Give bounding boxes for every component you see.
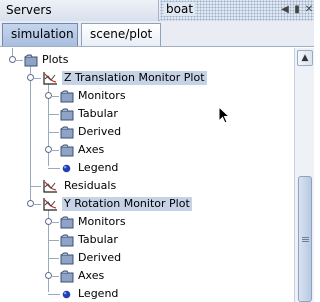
tree-line (48, 114, 59, 115)
tree-item-monitors[interactable]: Monitors (0, 213, 294, 231)
tree-item-legend[interactable]: Legend (0, 159, 294, 177)
tree-label: Plots (42, 53, 69, 66)
tree-item-derived[interactable]: Derived (0, 249, 294, 267)
tree-item-plot-2[interactable]: Y Rotation Monitor Plot (0, 195, 294, 213)
tree-item-axes[interactable]: Axes (0, 141, 294, 159)
folder-icon (60, 270, 74, 283)
tree-line (51, 276, 59, 277)
tree-line (51, 150, 59, 151)
tree-label: Tabular (78, 107, 118, 120)
tree-label: Legend (78, 287, 119, 300)
tree-item-residuals[interactable]: Residuals (0, 177, 294, 195)
tree-label: Derived (78, 125, 122, 138)
tree-line (33, 78, 41, 79)
tree-label: Residuals (64, 179, 117, 192)
tree-label: Monitors (78, 215, 126, 228)
scroll-up-button[interactable]: ▲ (297, 50, 313, 66)
tree-label: Derived (78, 251, 122, 264)
legend-dot-icon (62, 290, 76, 302)
tree-line (30, 186, 41, 187)
tree-line (48, 258, 59, 259)
grip-line (302, 241, 309, 242)
tree-line (51, 222, 59, 223)
tree-label: Axes (78, 269, 105, 282)
tab-scene-plot[interactable]: scene/plot (81, 23, 161, 46)
folder-icon (24, 54, 38, 67)
folder-icon (60, 90, 74, 103)
tree-item-tabular[interactable]: Tabular (0, 105, 294, 123)
grip-line (302, 237, 309, 238)
tree-line (48, 132, 59, 133)
title-bar: Servers boat ◀ ▮ ✕ (0, 0, 314, 21)
grip-line (302, 239, 309, 240)
tree-item-plot-1[interactable]: Z Translation Monitor Plot (0, 69, 294, 87)
tree-label: Tabular (78, 233, 118, 246)
tree-line (15, 60, 23, 61)
tree-item-derived[interactable]: Derived (0, 123, 294, 141)
tree-item-tabular[interactable]: Tabular (0, 231, 294, 249)
tab-strip: simulation scene/plot (0, 21, 314, 47)
scroll-thumb[interactable] (298, 176, 312, 302)
folder-icon (60, 144, 74, 157)
folder-icon (60, 108, 74, 121)
tree-line (33, 204, 41, 205)
folder-icon (60, 234, 74, 247)
plot-icon (42, 197, 57, 211)
tree-line (51, 96, 59, 97)
tree-label: Axes (78, 143, 105, 156)
tab-simulation[interactable]: simulation (2, 23, 78, 46)
tree-label: Z Translation Monitor Plot (62, 71, 207, 85)
legend-dot-icon (62, 164, 76, 177)
servers-title: Servers (6, 3, 52, 17)
tree-item-axes[interactable]: Axes (0, 267, 294, 285)
tree-label: Y Rotation Monitor Plot (62, 197, 192, 211)
plot-icon (42, 179, 57, 193)
tree-item-monitors[interactable]: Monitors (0, 87, 294, 105)
folder-icon (60, 216, 74, 229)
simulation-tree[interactable]: Plots Z Translation Monitor Plot Monitor… (0, 48, 294, 302)
mouse-cursor-icon (218, 106, 230, 124)
tree-item-legend[interactable]: Legend (0, 285, 294, 302)
folder-icon (60, 126, 74, 139)
tree-item-plots[interactable]: Plots (0, 51, 294, 69)
boat-panel-header[interactable]: boat ◀ ▮ ✕ (160, 0, 314, 21)
tree-line (48, 168, 60, 169)
tree-label: Monitors (78, 89, 126, 102)
tree-label: Legend (78, 161, 119, 174)
folder-icon (60, 252, 74, 265)
boat-title: boat (164, 2, 196, 16)
vertical-scrollbar[interactable]: ▲ (294, 48, 314, 302)
close-button[interactable]: ✕ (302, 3, 316, 17)
tree-line (48, 294, 60, 295)
servers-panel-header[interactable]: Servers (0, 0, 159, 21)
plot-icon (42, 71, 57, 85)
tree-line (48, 240, 59, 241)
